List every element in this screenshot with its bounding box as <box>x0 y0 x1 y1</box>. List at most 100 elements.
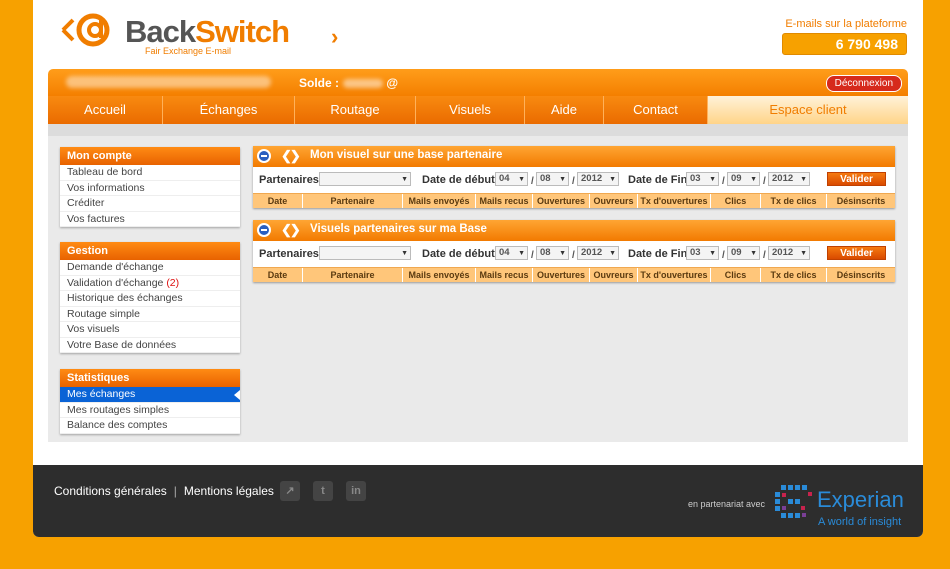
linkedin-icon[interactable]: in <box>346 481 366 501</box>
column-header[interactable]: Tx de clics <box>761 268 827 282</box>
tab-contact[interactable]: Contact <box>604 96 708 124</box>
experian-tagline: A world of insight <box>818 516 902 528</box>
end-date-label: Date de Fin <box>628 174 688 186</box>
column-header[interactable]: Désinscrits <box>827 194 895 208</box>
date-separator: / <box>763 176 766 187</box>
sidebar-item-demande-echange[interactable]: Demande d'échange <box>60 260 240 276</box>
start-year-select[interactable]: 2012 <box>577 172 619 186</box>
main-content: Mon compte Tableau de bord Vos informati… <box>48 124 908 442</box>
end-day-select[interactable]: 03 <box>686 172 719 186</box>
column-header[interactable]: Partenaire <box>303 194 403 208</box>
exchange-arrows-icon: ❮❯ <box>281 148 301 163</box>
column-header[interactable]: Ouvreurs <box>590 194 638 208</box>
date-separator: / <box>531 176 534 187</box>
panel-title: Mon visuel sur une base partenaire <box>310 149 503 161</box>
validate-button[interactable]: Valider <box>827 172 886 186</box>
twitter-icon[interactable]: t <box>313 481 333 501</box>
tab-aide[interactable]: Aide <box>525 96 604 124</box>
experian-name[interactable]: Experian <box>817 487 904 513</box>
column-header[interactable]: Tx de clics <box>761 194 827 208</box>
column-header[interactable]: Ouvreurs <box>590 268 638 282</box>
column-header[interactable]: Mails envoyés <box>403 194 476 208</box>
column-header[interactable]: Ouvertures <box>533 268 590 282</box>
footer-links: Conditions générales | Mentions légales <box>54 484 274 498</box>
tab-accueil[interactable]: Accueil <box>48 96 163 124</box>
column-header[interactable]: Ouvertures <box>533 194 590 208</box>
partner-label: Partenaires <box>259 248 319 260</box>
end-month-select[interactable]: 09 <box>727 172 760 186</box>
end-day-select[interactable]: 03 <box>686 246 719 260</box>
solde: Solde : @ <box>299 76 398 90</box>
sidebar-item-vos-informations[interactable]: Vos informations <box>60 181 240 196</box>
sidebar-item-validation-echange[interactable]: Validation d'échange (2) <box>60 276 240 291</box>
start-year-select[interactable]: 2012 <box>577 246 619 260</box>
sidebar-item-label: Validation d'échange <box>67 276 164 289</box>
partner-select[interactable] <box>319 246 411 260</box>
column-header[interactable]: Mails envoyés <box>403 268 476 282</box>
sidebar-item-vos-visuels[interactable]: Vos visuels <box>60 322 240 338</box>
panel-title: Visuels partenaires sur ma Base <box>310 223 487 235</box>
column-header[interactable]: Tx d'ouvertures <box>638 194 711 208</box>
sidebar-title: Statistiques <box>60 369 240 387</box>
sidebar-item-crediter[interactable]: Créditer <box>60 196 240 212</box>
end-year-select[interactable]: 2012 <box>768 246 810 260</box>
start-month-select[interactable]: 08 <box>536 246 569 260</box>
tab-echanges[interactable]: Échanges <box>163 96 295 124</box>
date-separator: / <box>531 250 534 261</box>
date-separator: / <box>572 250 575 261</box>
start-day-select[interactable]: 04 <box>495 246 528 260</box>
partner-label: Partenaires <box>259 174 319 186</box>
sidebar-item-base-de-donnees[interactable]: Votre Base de données <box>60 338 240 353</box>
logout-button[interactable]: Déconnexion <box>825 75 902 92</box>
at-icon: @ <box>386 76 399 90</box>
column-header[interactable]: Tx d'ouvertures <box>638 268 711 282</box>
partner-select[interactable] <box>319 172 411 186</box>
tab-visuels[interactable]: Visuels <box>416 96 525 124</box>
panel-mon-visuel: ❮❯ Mon visuel sur une base partenaire Pa… <box>253 146 895 208</box>
sidebar-title: Gestion <box>60 242 240 260</box>
end-year-select[interactable]: 2012 <box>768 172 810 186</box>
end-month-select[interactable]: 09 <box>727 246 760 260</box>
page: BackSwitch Fair Exchange E-mail › E-mail… <box>33 0 923 537</box>
sidebar-item-vos-factures[interactable]: Vos factures <box>60 212 240 227</box>
date-separator: / <box>763 250 766 261</box>
sidebar-item-mes-routages-simples[interactable]: Mes routages simples <box>60 403 240 418</box>
column-header[interactable]: Mails recus <box>476 268 533 282</box>
user-bar: Solde : @ Déconnexion <box>48 69 908 96</box>
sidebar-item-historique-echanges[interactable]: Historique des échanges <box>60 291 240 307</box>
exchange-arrows-icon: ❮❯ <box>281 222 301 237</box>
logo-wordmark: BackSwitch <box>125 14 290 49</box>
mentions-link[interactable]: Mentions légales <box>184 484 274 498</box>
validate-button[interactable]: Valider <box>827 246 886 260</box>
sidebar-item-balance-comptes[interactable]: Balance des comptes <box>60 418 240 434</box>
collapse-icon[interactable] <box>257 223 271 237</box>
conditions-link[interactable]: Conditions générales <box>54 484 167 498</box>
tab-espace-client[interactable]: Espace client <box>708 96 908 131</box>
tab-routage[interactable]: Routage <box>295 96 416 124</box>
start-month-select[interactable]: 08 <box>536 172 569 186</box>
column-header[interactable]: Clics <box>711 268 761 282</box>
column-header[interactable]: Date <box>253 194 303 208</box>
pending-count-badge: (2) <box>166 276 180 289</box>
column-header[interactable]: Mails recus <box>476 194 533 208</box>
table-header: Date Partenaire Mails envoyés Mails recu… <box>253 193 895 208</box>
filter-bar: Partenaires Date de début 04 / 08 / 2012… <box>253 241 895 267</box>
sidebar-item-tableau-de-bord[interactable]: Tableau de bord <box>60 165 240 181</box>
email-counter: E-mails sur la plateforme 6 790 498 <box>782 18 907 55</box>
sidebar-item-routage-simple[interactable]: Routage simple <box>60 307 240 322</box>
solde-label: Solde : <box>299 76 340 90</box>
panel-header: ❮❯ Mon visuel sur une base partenaire <box>253 146 895 167</box>
backswitch-logo[interactable]: BackSwitch Fair Exchange E-mail › <box>53 10 338 60</box>
column-header[interactable]: Désinscrits <box>827 268 895 282</box>
collapse-icon[interactable] <box>257 149 271 163</box>
column-header[interactable]: Partenaire <box>303 268 403 282</box>
start-date-label: Date de début <box>422 248 495 260</box>
start-date-label: Date de début <box>422 174 495 186</box>
date-separator: / <box>572 176 575 187</box>
column-header[interactable]: Date <box>253 268 303 282</box>
sidebar-item-mes-echanges[interactable]: Mes échanges <box>60 387 240 403</box>
partner-label: en partenariat avec <box>688 499 766 509</box>
share-icon[interactable]: ↗ <box>280 481 300 501</box>
column-header[interactable]: Clics <box>711 194 761 208</box>
start-day-select[interactable]: 04 <box>495 172 528 186</box>
